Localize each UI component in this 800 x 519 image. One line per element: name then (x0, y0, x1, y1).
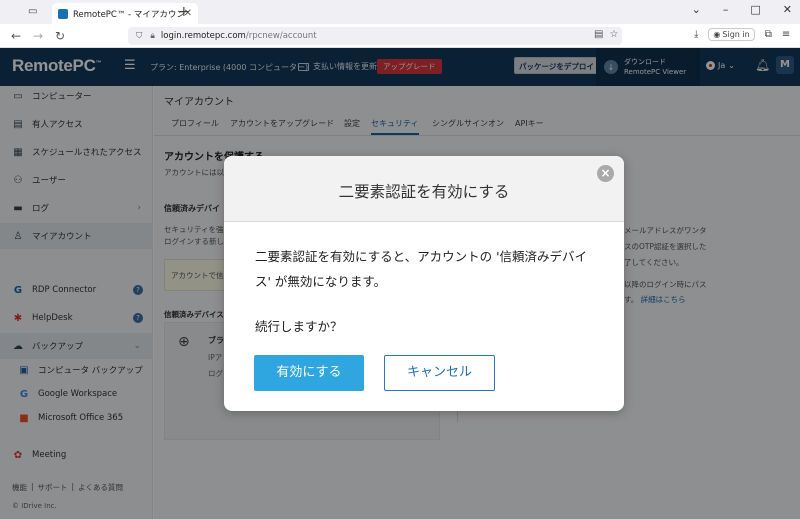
two-factor-modal: 二要素認証を有効にする × 二要素認証を有効にすると、アカウントの '信頼済みデ… (224, 156, 624, 411)
new-tab-icon[interactable]: + (178, 4, 190, 20)
minimize-icon[interactable]: – (723, 3, 729, 16)
back-icon[interactable]: ← (10, 29, 22, 43)
reload-icon[interactable]: ↻ (54, 29, 66, 43)
sign-in-label: Sign in (722, 30, 750, 39)
close-window-icon[interactable]: ✕ (783, 3, 792, 16)
browser-tab[interactable]: RemotePC™ - マイアカウント/セ ✕ (52, 3, 198, 24)
url-path: /rpcnew/account (245, 31, 317, 41)
account-icon: ◉ (713, 30, 721, 39)
enable-button[interactable]: 有効にする (254, 355, 364, 391)
favicon-icon (58, 8, 68, 19)
browser-tab-title: RemotePC™ - マイアカウント/セ (73, 9, 184, 20)
url-domain: login.remotepc.com (160, 31, 246, 41)
modal-message: 二要素認証を有効にすると、アカウントの '信頼済みデバイス' が無効になります。 (255, 249, 588, 289)
reader-icon[interactable]: ▤ (594, 29, 603, 40)
chevron-down-icon[interactable]: ⌄ (692, 3, 701, 16)
maximize-icon[interactable]: □ (750, 3, 760, 16)
cancel-button[interactable]: キャンセル (384, 355, 495, 391)
url-actions: ▤ ☆ (594, 29, 618, 40)
sign-in-button[interactable]: ◉ Sign in (708, 28, 755, 41)
close-icon[interactable]: × (597, 165, 614, 182)
modal-title: 二要素認証を有効にする (338, 183, 510, 201)
shield-icon: ⛉ (136, 31, 143, 41)
tab-list-icon[interactable]: ▭ (28, 6, 37, 17)
forward-icon[interactable]: → (32, 29, 44, 43)
browser-toolbar: ⤓ ◉ Sign in ⧉ ≡ (694, 28, 790, 41)
extensions-icon[interactable]: ⧉ (765, 29, 772, 40)
lock-icon: 🔒︎ (150, 31, 155, 41)
bookmark-star-icon[interactable]: ☆ (609, 29, 618, 40)
modal-question: 続行しますか？ (255, 319, 343, 334)
address-bar[interactable]: ⛉ 🔒︎ login.remotepc.com /rpcnew/account (128, 27, 622, 45)
menu-icon[interactable]: ≡ (782, 29, 790, 40)
window-controls: ⌄ – □ ✕ (692, 3, 792, 16)
download-icon[interactable]: ⤓ (694, 29, 698, 40)
